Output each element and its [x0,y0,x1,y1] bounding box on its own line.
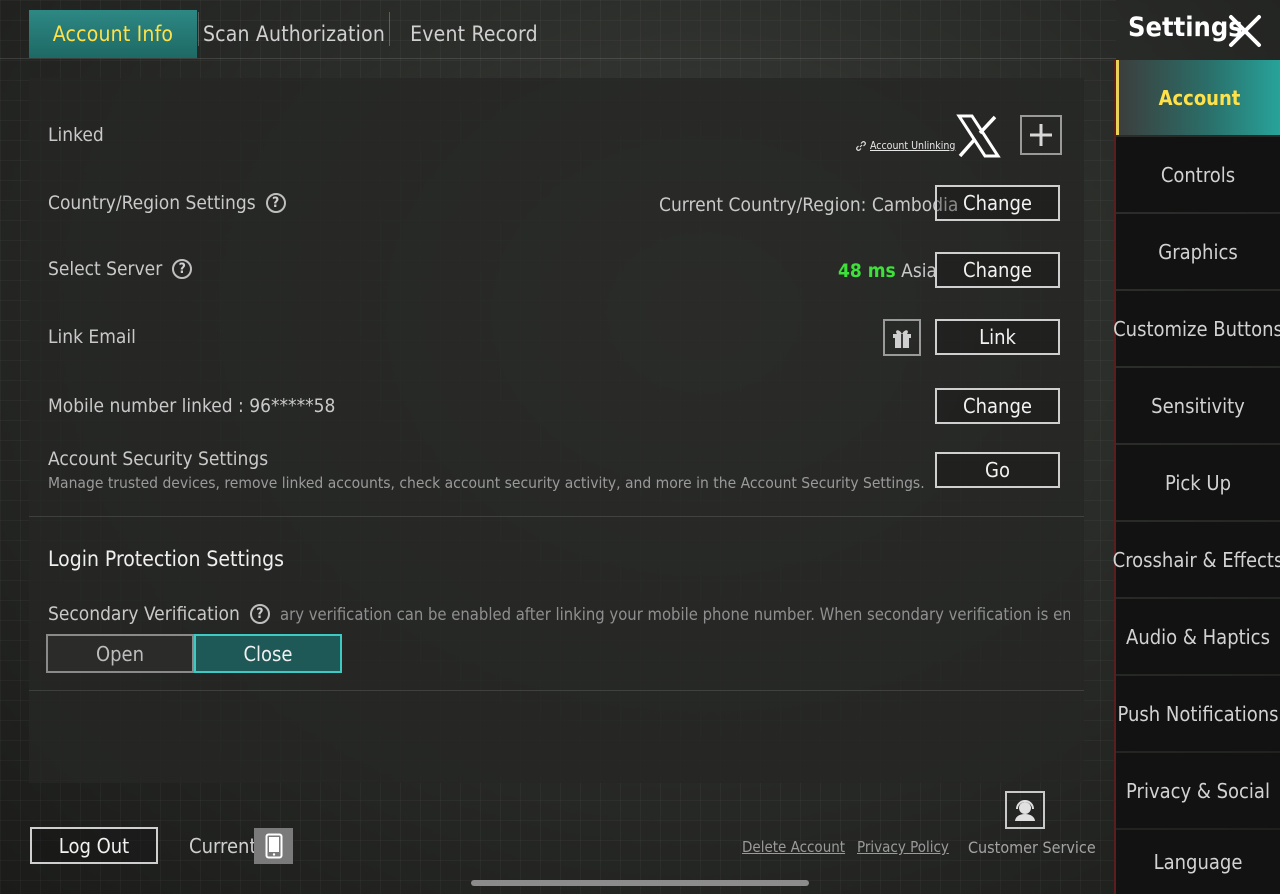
privacy-policy-link[interactable]: Privacy Policy [857,838,949,856]
account-security-title-text: Account Security Settings [48,448,269,470]
section-divider [29,516,1084,517]
account-security-title: Account Security Settings [48,448,268,470]
account-unlinking-link[interactable]: Account Unlinking [855,140,955,152]
mobile-number-text: Mobile number linked : 96*****58 [48,395,336,417]
sidebar-item-privacy-social[interactable]: Privacy & Social [1116,753,1280,828]
sidebar-item-push-notifications[interactable]: Push Notifications [1116,676,1280,751]
current-device-button[interactable] [254,828,293,864]
toggle-open-option[interactable]: Open [46,634,194,673]
sidebar-item-language[interactable]: Language [1116,830,1280,894]
server-status: 48 ms Asia [838,260,937,282]
customer-service-button[interactable] [1005,791,1045,829]
gift-button[interactable] [883,319,921,356]
section-divider [29,690,1084,691]
secondary-verification-toggle: Open Close [46,634,342,673]
account-panel [29,78,1084,783]
current-country-text: Current Country/Region: Cambodia [659,194,959,216]
customer-service-label[interactable]: Customer Service [968,838,1096,857]
sidebar-item-account[interactable]: Account [1116,60,1280,135]
tab-event-record[interactable]: Event Record [390,10,558,58]
delete-account-link[interactable]: Delete Account [742,838,845,856]
mobile-number-label: Mobile number linked : 96*****58 [48,395,335,417]
phone-icon [265,833,282,859]
secondary-verification-label: Secondary Verification [48,603,240,625]
secondary-verification-row: Secondary Verification ? [48,603,270,625]
link-email-label: Link Email [48,326,136,348]
close-icon[interactable] [1228,14,1262,48]
secondary-verification-description: ary verification can be enabled after li… [280,605,1070,624]
account-security-description: Manage trusted devices, remove linked ac… [48,474,925,492]
country-region-row: Country/Region Settings ? [48,192,286,214]
sidebar-item-graphics[interactable]: Graphics [1116,214,1280,289]
linked-label: Linked [48,124,104,146]
sidebar-item-audio-haptics[interactable]: Audio & Haptics [1116,599,1280,674]
sidebar-item-sensitivity[interactable]: Sensitivity [1116,368,1280,443]
help-circle-icon[interactable]: ? [249,604,270,624]
home-indicator[interactable] [471,880,809,886]
sidebar-item-pick-up[interactable]: Pick Up [1116,445,1280,520]
link-email-button[interactable]: Link [935,319,1060,355]
sidebar-item-crosshair-effects[interactable]: Crosshair & Effects [1113,522,1280,597]
help-circle-icon[interactable]: ? [172,259,193,279]
link-email-label-text: Link Email [48,326,136,348]
add-link-button[interactable] [1020,115,1062,155]
customer-service-icon [1015,800,1035,821]
account-security-go-button[interactable]: Go [935,452,1060,488]
link-icon [856,141,866,151]
sidebar-item-customize-buttons[interactable]: Customize Buttons [1113,291,1280,366]
select-server-row: Select Server ? [48,258,193,280]
server-region: Asia [901,260,937,282]
country-region-label: Country/Region Settings [48,192,256,214]
server-latency: 48 ms [838,260,896,282]
toggle-close-option[interactable]: Close [194,634,342,673]
account-unlinking-text: Account Unlinking [870,140,956,152]
tab-scan-authorization[interactable]: Scan Authorization [199,10,389,58]
change-mobile-button[interactable]: Change [935,388,1060,424]
help-circle-icon[interactable]: ? [265,193,286,213]
sidebar-item-controls[interactable]: Controls [1116,137,1280,212]
current-device-label: Current [189,834,257,858]
x-twitter-icon[interactable] [955,114,1001,158]
select-server-label: Select Server [48,258,163,280]
page-title: Settings [1128,12,1243,43]
log-out-button[interactable]: Log Out [30,827,158,864]
top-tab-bar: Account Info Scan Authorization Event Re… [0,0,1116,60]
login-protection-title: Login Protection Settings [48,547,284,571]
plus-icon [1030,124,1052,146]
change-country-button[interactable]: Change [935,185,1060,221]
tab-account-info[interactable]: Account Info [29,10,197,58]
change-server-button[interactable]: Change [935,252,1060,288]
gift-icon [893,329,911,348]
settings-sidebar: Account Controls Graphics Customize Butt… [1113,60,1280,894]
linked-label-text: Linked [48,124,104,146]
